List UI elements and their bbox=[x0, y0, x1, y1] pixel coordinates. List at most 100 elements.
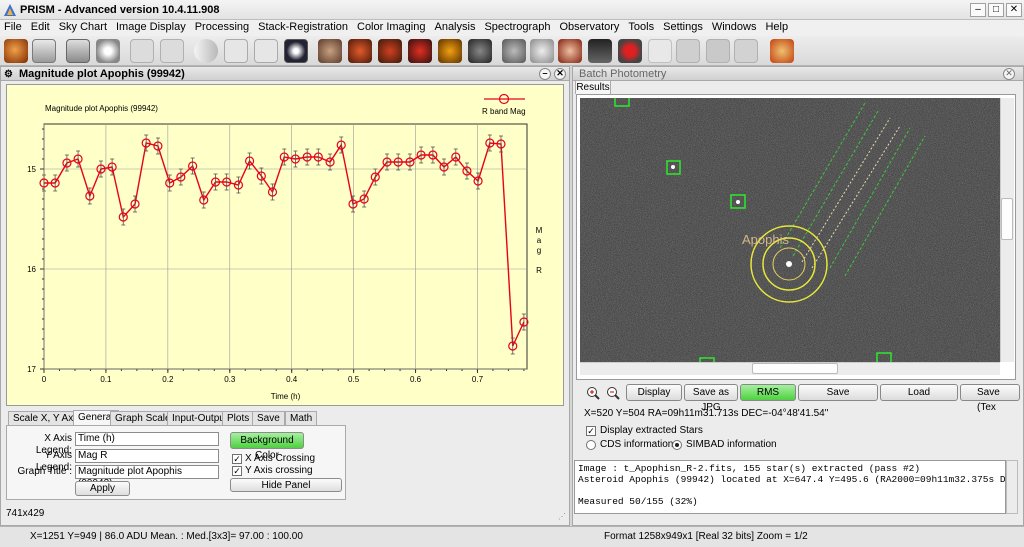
save-button[interactable]: Save bbox=[798, 384, 878, 401]
results-log[interactable]: Image : t_Apophisn_R-2.fits, 155 star(s)… bbox=[574, 460, 1006, 514]
comet-icon[interactable] bbox=[348, 39, 372, 63]
save-tex-button[interactable]: Save (Tex bbox=[960, 384, 1020, 413]
horizontal-scroll-thumb[interactable] bbox=[752, 363, 838, 374]
menu-edit[interactable]: Edit bbox=[27, 20, 55, 33]
menu-tools[interactable]: Tools bbox=[624, 20, 659, 33]
legend-label: R band Mag bbox=[482, 107, 526, 116]
save-disk-icon[interactable] bbox=[32, 39, 56, 63]
tab-math[interactable]: Math bbox=[285, 411, 318, 425]
panel-minimize-button[interactable]: – bbox=[539, 68, 551, 80]
menu-help[interactable]: Help bbox=[761, 20, 793, 33]
cursor-coordinates: X=520 Y=504 RA=09h11m31.713s DEC=-04°48'… bbox=[584, 408, 829, 419]
resize-grip-icon[interactable]: ⋰ bbox=[558, 512, 566, 521]
y-axis-crossing-checkbox[interactable]: ✓ bbox=[232, 466, 242, 476]
chart-tool-icon[interactable] bbox=[734, 39, 758, 63]
panel-size-label: 741x429 bbox=[6, 508, 45, 519]
x-axis-legend-input[interactable]: Time (h) bbox=[75, 432, 219, 446]
rms-button[interactable]: RMS bbox=[740, 384, 796, 401]
filter-wheel-icon[interactable] bbox=[502, 39, 526, 63]
hide-panel-button[interactable]: Hide Panel bbox=[230, 478, 342, 492]
simbad-radio[interactable] bbox=[672, 440, 682, 450]
galaxy-icon[interactable] bbox=[378, 39, 402, 63]
x-axis-crossing-checkbox[interactable]: ✓ bbox=[232, 454, 242, 464]
y-axis-title: M bbox=[536, 226, 543, 235]
dome-icon[interactable] bbox=[558, 39, 582, 63]
display-stars-checkbox[interactable]: ✓ bbox=[586, 426, 596, 436]
chart-title: Magnitude plot Apophis (99942) bbox=[45, 104, 158, 113]
telescope-icon[interactable] bbox=[438, 39, 462, 63]
guiding-icon[interactable] bbox=[706, 39, 730, 63]
tab-plots[interactable]: Plots bbox=[222, 411, 255, 425]
menu-file[interactable]: File bbox=[0, 20, 27, 33]
weather-icon[interactable] bbox=[618, 39, 642, 63]
pixel-info: X=1251 Y=949 | 86.0 ADU Mean. : Med.[3x3… bbox=[30, 531, 303, 542]
redo-icon[interactable] bbox=[160, 39, 184, 63]
menu-analysis[interactable]: Analysis bbox=[430, 20, 480, 33]
toolbar bbox=[0, 36, 1024, 66]
nebula-icon[interactable] bbox=[408, 39, 432, 63]
log-scrollbar[interactable] bbox=[1006, 460, 1018, 514]
maximize-button[interactable]: □ bbox=[988, 3, 1004, 17]
info-icon[interactable] bbox=[96, 39, 120, 63]
menu-color-imaging[interactable]: Color Imaging bbox=[353, 20, 430, 33]
menu-observatory[interactable]: Observatory bbox=[556, 20, 625, 33]
close-button[interactable]: ✕ bbox=[1006, 3, 1022, 17]
star-image-icon[interactable] bbox=[284, 39, 308, 63]
print-icon[interactable] bbox=[66, 39, 90, 63]
mount-icon[interactable] bbox=[588, 39, 612, 63]
prism-logo-icon bbox=[4, 4, 16, 16]
menu-windows[interactable]: Windows bbox=[708, 20, 762, 33]
zoom-out-icon[interactable] bbox=[606, 386, 620, 400]
save-as-jpg-button[interactable]: Save as JPG bbox=[684, 384, 738, 413]
x-tick-label: 0.7 bbox=[472, 375, 484, 384]
simbad-label: SIMBAD information bbox=[686, 439, 777, 450]
x-tick-label: 0.6 bbox=[410, 375, 422, 384]
display-stars-label: Display extracted Stars bbox=[600, 425, 703, 436]
vertical-scroll-thumb[interactable] bbox=[1001, 198, 1013, 240]
menu-image-display[interactable]: Image Display bbox=[112, 20, 191, 33]
menu-spectrograph[interactable]: Spectrograph bbox=[480, 20, 555, 33]
menu-processing[interactable]: Processing bbox=[191, 20, 254, 33]
observatory-icon[interactable] bbox=[676, 39, 700, 63]
menu-settings[interactable]: Settings bbox=[659, 20, 708, 33]
contrast-icon[interactable] bbox=[194, 39, 218, 63]
zoom-in-icon[interactable] bbox=[586, 386, 600, 400]
y-axis-legend-input[interactable]: Mag R bbox=[75, 449, 219, 463]
batch-close-button[interactable]: ✕ bbox=[1003, 68, 1015, 80]
x-tick-label: 0.2 bbox=[162, 375, 174, 384]
tab-results[interactable]: Results bbox=[575, 80, 611, 94]
magnitude-graph: 0 0.1 0.2 0.3 0.4 0.5 0.6 0.7 15 16 17 Magnitude pl… bbox=[6, 84, 564, 406]
tab-save[interactable]: Save bbox=[252, 411, 285, 425]
minimize-button[interactable]: – bbox=[970, 3, 986, 17]
user-avatar-icon[interactable] bbox=[770, 39, 794, 63]
script-icon[interactable] bbox=[648, 39, 672, 63]
planet-icon[interactable] bbox=[318, 39, 342, 63]
log-line: Measured 50/155 (32%) bbox=[578, 496, 698, 507]
apply-button[interactable]: Apply bbox=[75, 481, 130, 496]
x-tick-label: 0 bbox=[42, 375, 47, 384]
measure-tool-icon[interactable] bbox=[254, 39, 278, 63]
undo-icon[interactable] bbox=[130, 39, 154, 63]
load-button[interactable]: Load bbox=[880, 384, 958, 401]
camera-icon[interactable] bbox=[468, 39, 492, 63]
status-bar: X=1251 Y=949 | 86.0 ADU Mean. : Med.[3x3… bbox=[0, 526, 1024, 547]
cds-radio[interactable] bbox=[586, 440, 596, 450]
background-color-button[interactable]: Background Color bbox=[230, 432, 304, 461]
star-field-canvas: Apophis bbox=[580, 98, 1000, 362]
y-axis-title: a bbox=[537, 236, 542, 245]
x-tick-label: 0.5 bbox=[348, 375, 360, 384]
graph-title-input[interactable]: Magnitude plot Apophis (99942) bbox=[75, 465, 219, 489]
menu-stack-registration[interactable]: Stack-Registration bbox=[254, 20, 353, 33]
astronomical-image[interactable]: Apophis bbox=[580, 98, 1000, 362]
y-axis-title: g bbox=[537, 246, 541, 255]
y-axis-title: R bbox=[536, 266, 542, 275]
x-tick-label: 0.1 bbox=[100, 375, 112, 384]
focuser-icon[interactable] bbox=[530, 39, 554, 63]
zoom-tool-icon[interactable] bbox=[224, 39, 248, 63]
menu-sky-chart[interactable]: Sky Chart bbox=[55, 20, 112, 33]
panel-close-button[interactable]: ✕ bbox=[554, 68, 566, 80]
app-title: PRISM - Advanced version 10.4.11.908 bbox=[20, 4, 220, 16]
display-button[interactable]: Display bbox=[626, 384, 682, 401]
open-image-icon[interactable] bbox=[4, 39, 28, 63]
x-tick-label: 0.4 bbox=[286, 375, 298, 384]
